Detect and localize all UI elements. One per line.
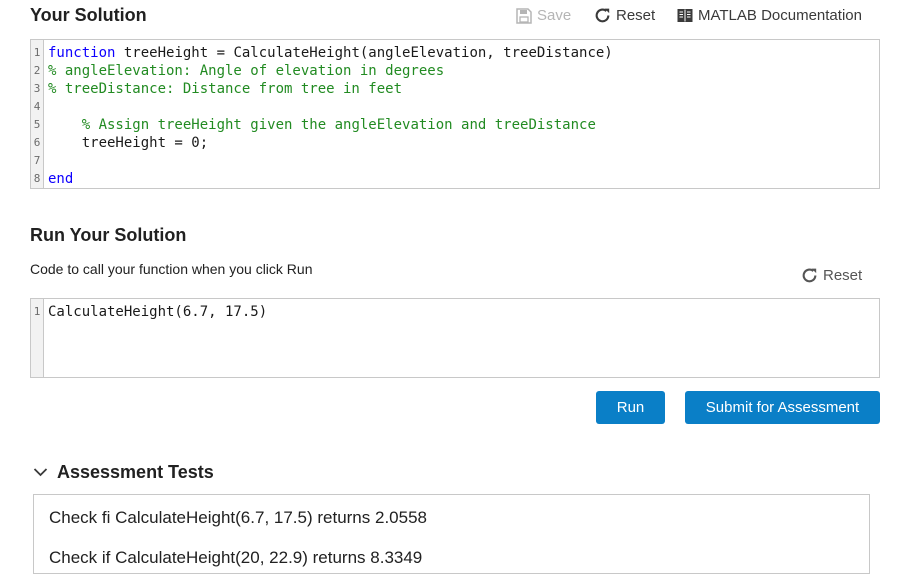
- code-comment: % Assign treeHeight given the angleEleva…: [81, 117, 596, 133]
- reset-label: Reset: [616, 7, 656, 24]
- assessment-tests-list: Check fi CalculateHeight(6.7, 17.5) retu…: [33, 494, 870, 574]
- test-item: Check fi CalculateHeight(6.7, 17.5) retu…: [49, 508, 427, 527]
- code-text: % treeDistance: Distance from tree in fe…: [48, 80, 402, 98]
- reset-icon: [594, 7, 611, 24]
- solution-code-editor[interactable]: 1 function treeHeight = CalculateHeight(a…: [30, 39, 880, 189]
- run-code-editor[interactable]: 1 CalculateHeight(6.7, 17.5): [30, 298, 880, 378]
- code-line[interactable]: 1 function treeHeight = CalculateHeight(a…: [31, 44, 879, 62]
- reset-button[interactable]: Reset: [594, 7, 655, 24]
- book-icon: [677, 8, 693, 23]
- code-comment: % angleElevation: Angle of elevation in …: [48, 63, 445, 79]
- code-line[interactable]: 1 CalculateHeight(6.7, 17.5): [31, 303, 879, 321]
- line-number: 2: [33, 64, 41, 77]
- submit-for-assessment-button[interactable]: Submit for Assessment: [685, 391, 880, 424]
- matlab-documentation-link[interactable]: MATLAB Documentation: [677, 7, 862, 24]
- assessment-tests-title: Assessment Tests: [57, 462, 214, 482]
- line-number: 7: [33, 154, 41, 167]
- code-plain: treeHeight = CalculateHeight(angleElevat…: [115, 45, 613, 61]
- code-text: CalculateHeight(6.7, 17.5): [48, 303, 267, 321]
- reset-icon: [801, 267, 818, 284]
- code-plain: [48, 117, 82, 133]
- chevron-down-icon: [33, 464, 48, 482]
- save-label: Save: [537, 7, 572, 24]
- code-line[interactable]: 8 end: [31, 170, 879, 188]
- run-reset-label: Reset: [823, 267, 863, 284]
- docs-label: MATLAB Documentation: [698, 7, 862, 24]
- run-subtitle: Code to call your function when you clic…: [30, 261, 313, 277]
- your-solution-title: Your Solution: [30, 5, 147, 25]
- code-line[interactable]: 6 treeHeight = 0;: [31, 134, 879, 152]
- floppy-disk-icon: [516, 7, 532, 24]
- code-line[interactable]: 7: [31, 152, 879, 170]
- line-number: 5: [33, 118, 41, 131]
- code-text: % angleElevation: Angle of elevation in …: [48, 62, 444, 80]
- code-text: % Assign treeHeight given the angleEleva…: [48, 116, 596, 134]
- save-button[interactable]: Save: [516, 7, 571, 24]
- line-number: 4: [33, 100, 41, 113]
- code-line[interactable]: 4: [31, 98, 879, 116]
- code-line[interactable]: 2 % angleElevation: Angle of elevation in…: [31, 62, 879, 80]
- code-text: treeHeight = 0;: [48, 134, 208, 152]
- test-item: Check if CalculateHeight(20, 22.9) retur…: [49, 548, 423, 567]
- code-text: function treeHeight = CalculateHeight(an…: [48, 44, 613, 62]
- line-number: 8: [33, 172, 41, 185]
- line-number: 1: [33, 305, 41, 318]
- code-line[interactable]: 5 % Assign treeHeight given the angleEle…: [31, 116, 879, 134]
- run-solution-title: Run Your Solution: [30, 225, 187, 245]
- code-plain: CalculateHeight(6.7, 17.5): [48, 304, 268, 320]
- code-comment: % treeDistance: Distance from tree in fe…: [48, 81, 403, 97]
- line-number: 3: [33, 82, 41, 95]
- code-keyword: end: [48, 171, 74, 187]
- code-keyword: function: [48, 45, 116, 61]
- run-reset-button[interactable]: Reset: [801, 267, 862, 284]
- run-button[interactable]: Run: [596, 391, 665, 424]
- code-line[interactable]: 3 % treeDistance: Distance from tree in f…: [31, 80, 879, 98]
- code-text: end: [48, 170, 73, 188]
- assessment-tests-toggle[interactable]: Assessment Tests: [33, 462, 214, 483]
- line-number: 6: [33, 136, 41, 149]
- line-number: 1: [33, 46, 41, 59]
- code-plain: treeHeight = 0;: [48, 135, 209, 151]
